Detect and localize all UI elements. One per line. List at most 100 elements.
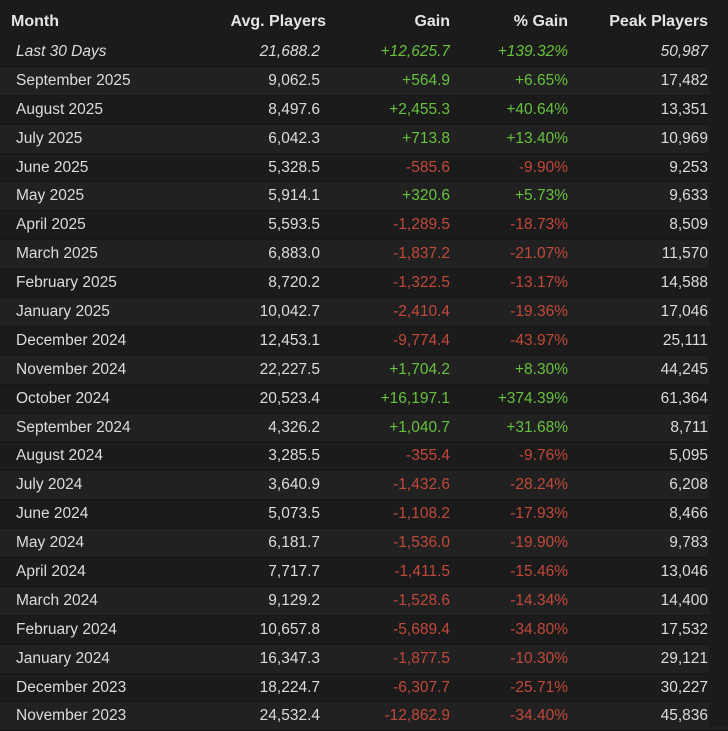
peak-players-cell: 61,364	[574, 384, 728, 414]
month-cell: September 2024	[0, 413, 200, 443]
peak-players-cell: 9,783	[574, 529, 728, 559]
month-cell: July 2024	[0, 471, 200, 501]
month-cell: March 2025	[0, 240, 200, 270]
avg-players-cell: 9,062.5	[200, 66, 332, 96]
gain-cell: -585.6	[332, 153, 456, 183]
table-row: May 2025 5,914.1 +320.6 +5.73% 9,633	[0, 182, 728, 212]
month-cell: February 2025	[0, 269, 200, 299]
table-row: March 2024 9,129.2 -1,528.6 -14.34% 14,400	[0, 586, 728, 616]
avg-players-cell: 12,453.1	[200, 326, 332, 356]
month-cell: August 2024	[0, 442, 200, 472]
gain-cell: -2,410.4	[332, 298, 456, 327]
table-row: August 2025 8,497.6 +2,455.3 +40.64% 13,351	[0, 95, 728, 125]
gain-cell: +713.8	[332, 124, 456, 154]
table-row: December 2024 12,453.1 -9,774.4 -43.97% 25,1…	[0, 326, 728, 356]
column-header-gain[interactable]: Gain	[332, 0, 456, 38]
table-row: Last 30 Days 21,688.2 +12,625.7 +139.32% 50,…	[0, 38, 728, 67]
avg-players-cell: 5,593.5	[200, 211, 332, 241]
avg-players-cell: 10,657.8	[200, 615, 332, 645]
peak-players-cell: 30,227	[574, 673, 728, 703]
pct-gain-cell: -43.97%	[456, 326, 574, 356]
pct-gain-cell: -34.80%	[456, 615, 574, 645]
month-cell: July 2025	[0, 124, 200, 154]
gain-cell: -5,689.4	[332, 615, 456, 645]
avg-players-cell: 4,326.2	[200, 413, 332, 443]
month-cell: May 2025	[0, 182, 200, 212]
gain-cell: -1,322.5	[332, 269, 456, 299]
pct-gain-cell: +5.73%	[456, 182, 574, 212]
month-cell: June 2024	[0, 500, 200, 530]
column-header-peak-players[interactable]: Peak Players	[574, 0, 728, 38]
gain-cell: +2,455.3	[332, 95, 456, 125]
peak-players-cell: 6,208	[574, 471, 728, 501]
table-row: July 2024 3,640.9 -1,432.6 -28.24% 6,208	[0, 471, 728, 501]
gain-cell: +564.9	[332, 66, 456, 96]
gain-cell: +12,625.7	[332, 38, 456, 67]
month-cell: April 2024	[0, 558, 200, 587]
avg-players-cell: 21,688.2	[200, 38, 332, 67]
month-cell: January 2024	[0, 644, 200, 674]
avg-players-cell: 5,328.5	[200, 153, 332, 183]
month-cell: Last 30 Days	[0, 38, 200, 67]
avg-players-cell: 9,129.2	[200, 586, 332, 616]
peak-players-cell: 17,046	[574, 298, 728, 327]
peak-players-cell: 14,588	[574, 269, 728, 299]
peak-players-cell: 8,466	[574, 500, 728, 530]
avg-players-cell: 6,042.3	[200, 124, 332, 154]
table-row: November 2024 22,227.5 +1,704.2 +8.30% 44,24…	[0, 355, 728, 385]
month-cell: August 2025	[0, 95, 200, 125]
peak-players-cell: 13,046	[574, 558, 728, 587]
avg-players-cell: 3,285.5	[200, 442, 332, 472]
column-header-pct-gain[interactable]: % Gain	[456, 0, 574, 38]
avg-players-cell: 7,717.7	[200, 558, 332, 587]
peak-players-cell: 11,570	[574, 240, 728, 270]
gain-cell: -1,877.5	[332, 644, 456, 674]
pct-gain-cell: -15.46%	[456, 558, 574, 587]
pct-gain-cell: +6.65%	[456, 66, 574, 96]
table-row: April 2025 5,593.5 -1,289.5 -18.73% 8,509	[0, 211, 728, 241]
month-cell: October 2024	[0, 384, 200, 414]
month-cell: September 2025	[0, 66, 200, 96]
pct-gain-cell: -9.90%	[456, 153, 574, 183]
column-header-month[interactable]: Month	[0, 0, 200, 38]
peak-players-cell: 10,969	[574, 124, 728, 154]
pct-gain-cell: -19.36%	[456, 298, 574, 327]
avg-players-cell: 8,497.6	[200, 95, 332, 125]
month-cell: January 2025	[0, 298, 200, 327]
month-cell: June 2025	[0, 153, 200, 183]
gain-cell: -1,411.5	[332, 558, 456, 587]
gain-cell: -1,289.5	[332, 211, 456, 241]
pct-gain-cell: -21.07%	[456, 240, 574, 270]
peak-players-cell: 13,351	[574, 95, 728, 125]
month-cell: November 2024	[0, 355, 200, 385]
pct-gain-cell: +31.68%	[456, 413, 574, 443]
month-cell: December 2023	[0, 673, 200, 703]
table-row: August 2024 3,285.5 -355.4 -9.76% 5,095	[0, 442, 728, 472]
avg-players-cell: 3,640.9	[200, 471, 332, 501]
table-row: January 2024 16,347.3 -1,877.5 -10.30% 29,12…	[0, 644, 728, 674]
pct-gain-cell: +40.64%	[456, 95, 574, 125]
peak-players-cell: 5,095	[574, 442, 728, 472]
pct-gain-cell: -14.34%	[456, 586, 574, 616]
column-header-avg-players[interactable]: Avg. Players	[200, 0, 332, 38]
peak-players-cell: 8,711	[574, 413, 728, 443]
gain-cell: -6,307.7	[332, 673, 456, 703]
avg-players-cell: 6,883.0	[200, 240, 332, 270]
gain-cell: -1,536.0	[332, 529, 456, 559]
table-row: December 2023 18,224.7 -6,307.7 -25.71% 30,2…	[0, 673, 728, 703]
peak-players-cell: 25,111	[574, 326, 728, 356]
gain-cell: +320.6	[332, 182, 456, 212]
gain-cell: -1,432.6	[332, 471, 456, 501]
table-header: Month Avg. Players Gain % Gain Peak Play…	[0, 0, 728, 38]
header-row: Month Avg. Players Gain % Gain Peak Play…	[0, 0, 728, 38]
peak-players-cell: 17,532	[574, 615, 728, 645]
pct-gain-cell: -10.30%	[456, 644, 574, 674]
avg-players-cell: 16,347.3	[200, 644, 332, 674]
table-row: February 2024 10,657.8 -5,689.4 -34.80% 17,5…	[0, 615, 728, 645]
pct-gain-cell: -18.73%	[456, 211, 574, 241]
gain-cell: -1,528.6	[332, 586, 456, 616]
avg-players-cell: 20,523.4	[200, 384, 332, 414]
month-cell: April 2025	[0, 211, 200, 241]
avg-players-cell: 5,073.5	[200, 500, 332, 530]
month-cell: May 2024	[0, 529, 200, 559]
